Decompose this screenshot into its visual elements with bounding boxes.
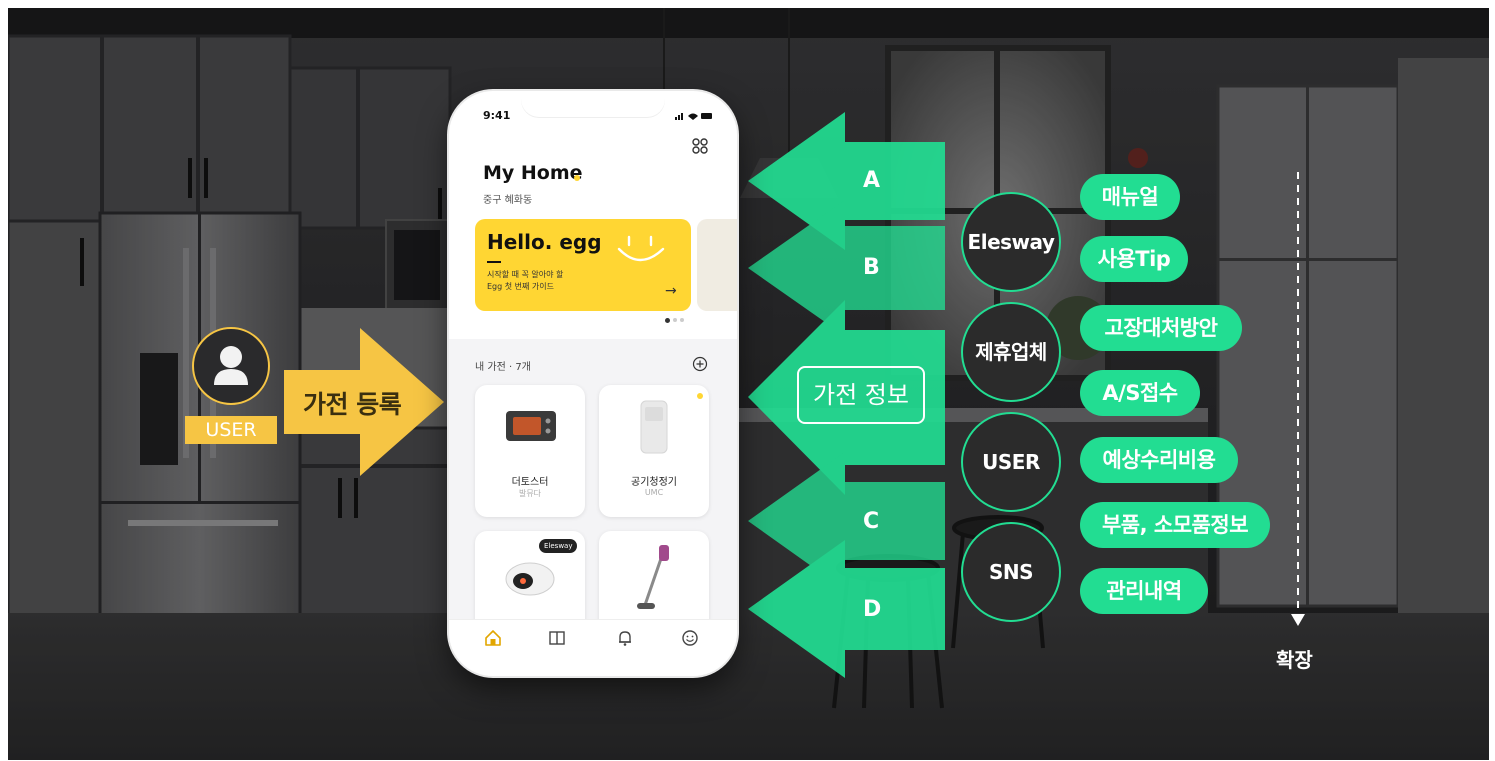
banner-title: Hello. egg — [487, 230, 602, 254]
appliance-info-box: 가전 정보 — [797, 366, 925, 424]
pager-dot — [673, 318, 677, 322]
elesway-badge: Elesway — [539, 539, 578, 553]
phone-notch — [521, 91, 665, 117]
bottom-nav — [449, 619, 737, 676]
home-title: My Home — [483, 162, 583, 184]
arrow-b — [748, 200, 945, 336]
feature-repair-cost: 예상수리비용 — [1080, 437, 1238, 483]
robot-icon — [505, 562, 555, 596]
feature-parts-info: 부품, 소모품정보 — [1080, 502, 1270, 548]
toaster-icon — [506, 411, 556, 441]
notification-dot — [697, 393, 703, 399]
source-sns: SNS — [961, 522, 1061, 622]
user-avatar — [192, 327, 270, 405]
book-icon[interactable] — [548, 629, 566, 647]
smile-icon[interactable] — [681, 629, 699, 647]
expand-line — [1291, 172, 1305, 626]
appliance-brand: UMC — [644, 488, 664, 497]
person-icon — [214, 346, 248, 385]
appliance-name: 공기청정기 — [631, 477, 677, 488]
feature-manual: 매뉴얼 — [1080, 174, 1180, 220]
banner-divider — [487, 261, 501, 263]
home-dot — [574, 175, 580, 181]
feature-troubleshooting: 고장대처방안 — [1080, 305, 1242, 351]
expand-label: 확장 — [1276, 648, 1313, 672]
feature-history: 관리내역 — [1080, 568, 1208, 614]
status-time: 9:41 — [483, 109, 511, 122]
appliance-card-toaster[interactable]: 더토스터 발뮤다 — [475, 385, 585, 517]
feature-as-request: A/S접수 — [1080, 370, 1200, 416]
user-label: USER — [185, 416, 277, 444]
grid-icon[interactable] — [692, 138, 708, 154]
source-elesway: Elesway — [961, 192, 1061, 292]
appliance-brand: 발뮤다 — [518, 489, 542, 498]
smile-face-icon — [617, 235, 665, 262]
next-banner-peek — [697, 219, 737, 311]
appliance-card-air-purifier[interactable]: 공기청정기 UMC — [599, 385, 709, 517]
phone-mockup: 9:41 My Home 중구 혜화동 Hello. egg 시작할 때 꼭 알… — [449, 91, 737, 676]
banner-line2: Egg 첫 번째 가이드 — [487, 282, 554, 291]
appliance-card-stick-vacuum[interactable] — [599, 531, 709, 631]
flow-letter-a: A — [863, 168, 881, 193]
status-icons — [675, 113, 712, 120]
flow-letter-b: B — [863, 255, 880, 280]
appliance-card-robot-vacuum[interactable]: Elesway — [475, 531, 585, 631]
arrow-right-icon[interactable]: → — [665, 283, 677, 299]
home-location: 중구 혜화동 — [483, 195, 533, 206]
infographic-stage: A B C D 가전 정보 Elesway 제휴업체 USER SNS 매뉴얼 … — [0, 0, 1495, 761]
flow-letter-d: D — [863, 597, 882, 622]
register-label: 가전 등록 — [303, 390, 402, 419]
feature-tips: 사용Tip — [1080, 236, 1188, 282]
source-partner: 제휴업체 — [961, 302, 1061, 402]
pager-dot-active — [665, 318, 670, 323]
source-user: USER — [961, 412, 1061, 512]
home-icon[interactable] — [484, 629, 502, 647]
vacuum-icon — [637, 545, 669, 609]
hello-egg-banner[interactable]: Hello. egg 시작할 때 꼭 알아야 할 Egg 첫 번째 가이드 → — [475, 219, 691, 311]
arrow-d — [748, 540, 945, 678]
appliance-name: 더토스터 — [511, 477, 549, 488]
bell-icon[interactable] — [616, 629, 634, 647]
air-purifier-icon — [640, 400, 668, 454]
add-icon[interactable] — [692, 356, 708, 372]
flow-letter-c: C — [863, 509, 880, 534]
pager-dot — [680, 318, 684, 322]
section-title: 내 가전 · 7개 — [475, 362, 531, 373]
banner-line1: 시작할 때 꼭 알아야 할 — [487, 270, 564, 279]
